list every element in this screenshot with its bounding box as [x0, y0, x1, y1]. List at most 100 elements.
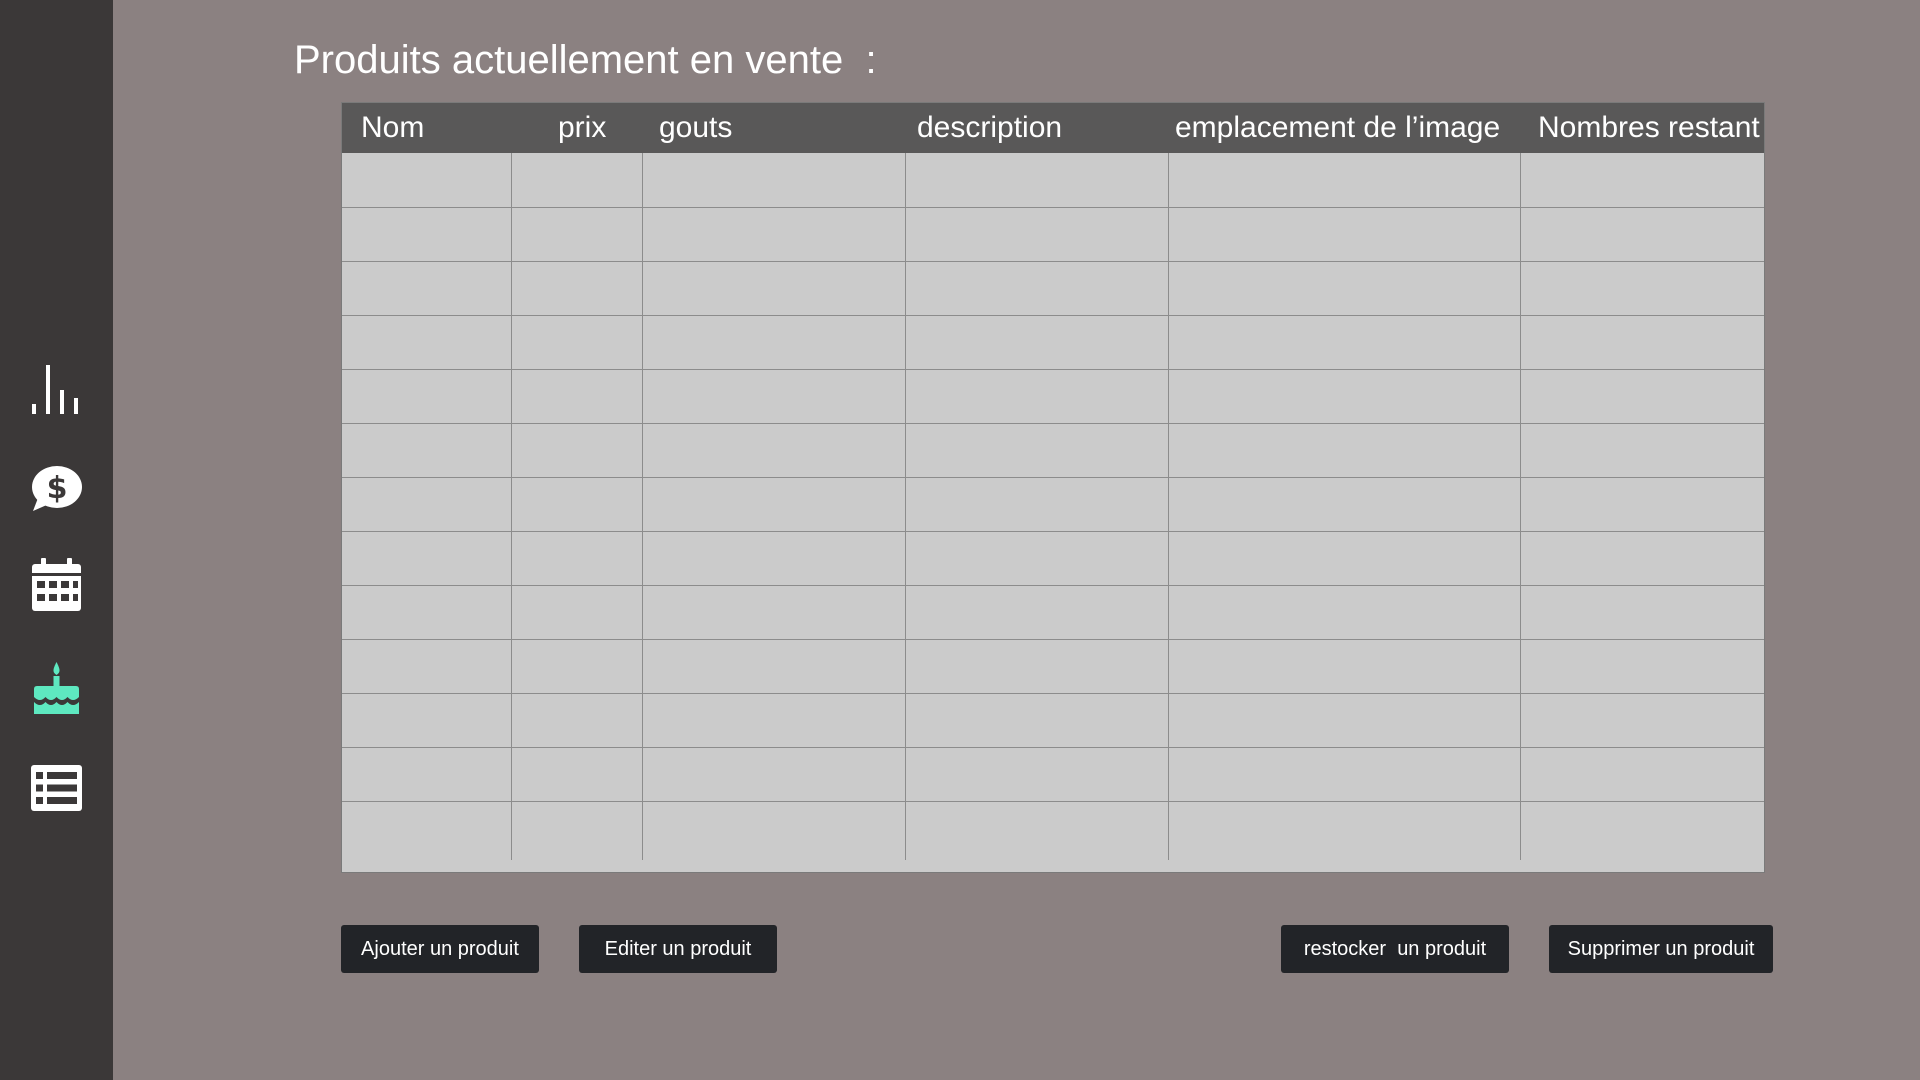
table-cell[interactable]	[342, 531, 512, 586]
table-cell[interactable]	[511, 315, 643, 370]
bar-chart-icon[interactable]	[28, 360, 85, 417]
table-cell[interactable]	[511, 477, 643, 532]
table-cell[interactable]	[1520, 801, 1764, 860]
table-cell[interactable]	[511, 153, 643, 208]
table-cell[interactable]	[1168, 477, 1521, 532]
table-cell[interactable]	[342, 585, 512, 640]
table-cell[interactable]	[511, 369, 643, 424]
table-cell[interactable]	[342, 747, 512, 802]
table-cell[interactable]	[642, 801, 906, 860]
table-cell[interactable]	[511, 261, 643, 316]
calendar-icon[interactable]	[28, 556, 85, 613]
add-product-button[interactable]: Ajouter un produit	[341, 925, 539, 973]
table-cell[interactable]	[1520, 477, 1764, 532]
column-header-nom[interactable]: Nom	[342, 103, 511, 153]
table-cell[interactable]	[1520, 315, 1764, 370]
table-cell[interactable]	[642, 369, 906, 424]
table-cell[interactable]	[342, 693, 512, 748]
table-cell[interactable]	[1168, 639, 1521, 694]
table-cell[interactable]	[642, 639, 906, 694]
table-row[interactable]	[342, 639, 1764, 694]
table-cell[interactable]	[1168, 693, 1521, 748]
table-cell[interactable]	[642, 693, 906, 748]
column-header-prix[interactable]: prix	[511, 103, 642, 153]
table-row[interactable]	[342, 423, 1764, 478]
table-cell[interactable]	[642, 531, 906, 586]
table-cell[interactable]	[642, 477, 906, 532]
table-cell[interactable]	[1168, 747, 1521, 802]
table-cell[interactable]	[905, 369, 1169, 424]
table-row[interactable]	[342, 261, 1764, 316]
table-cell[interactable]	[511, 639, 643, 694]
edit-product-button[interactable]: Editer un produit	[579, 925, 777, 973]
table-cell[interactable]	[905, 423, 1169, 478]
list-icon[interactable]	[28, 760, 85, 817]
table-cell[interactable]	[905, 747, 1169, 802]
table-cell[interactable]	[642, 207, 906, 262]
table-cell[interactable]	[1168, 153, 1521, 208]
table-cell[interactable]	[1520, 261, 1764, 316]
table-cell[interactable]	[342, 423, 512, 478]
table-cell[interactable]	[1520, 693, 1764, 748]
table-cell[interactable]	[511, 531, 643, 586]
table-row[interactable]	[342, 585, 1764, 640]
delete-product-button[interactable]: Supprimer un produit	[1549, 925, 1773, 973]
table-cell[interactable]	[905, 153, 1169, 208]
table-cell[interactable]	[1168, 207, 1521, 262]
table-cell[interactable]	[511, 693, 643, 748]
table-row[interactable]	[342, 153, 1764, 208]
table-cell[interactable]	[511, 747, 643, 802]
table-cell[interactable]	[1168, 315, 1521, 370]
column-header-emplacement-image[interactable]: emplacement de l’image	[1168, 103, 1520, 153]
table-cell[interactable]	[342, 639, 512, 694]
table-cell[interactable]	[342, 207, 512, 262]
table-cell[interactable]	[1520, 639, 1764, 694]
table-cell[interactable]	[642, 315, 906, 370]
table-cell[interactable]	[642, 423, 906, 478]
table-cell[interactable]	[1168, 585, 1521, 640]
table-cell[interactable]	[1168, 369, 1521, 424]
table-cell[interactable]	[905, 261, 1169, 316]
table-cell[interactable]	[1520, 531, 1764, 586]
table-cell[interactable]	[1168, 531, 1521, 586]
table-row[interactable]	[342, 801, 1764, 860]
table-row[interactable]	[342, 369, 1764, 424]
table-cell[interactable]	[905, 531, 1169, 586]
table-cell[interactable]	[1168, 801, 1521, 860]
table-row[interactable]	[342, 315, 1764, 370]
table-row[interactable]	[342, 747, 1764, 802]
restock-product-button[interactable]: restocker un produit	[1281, 925, 1509, 973]
table-cell[interactable]	[1168, 261, 1521, 316]
table-cell[interactable]	[905, 801, 1169, 860]
table-row[interactable]	[342, 207, 1764, 262]
table-cell[interactable]	[905, 477, 1169, 532]
table-cell[interactable]	[342, 261, 512, 316]
table-cell[interactable]	[1520, 153, 1764, 208]
table-cell[interactable]	[1520, 747, 1764, 802]
table-cell[interactable]	[342, 153, 512, 208]
table-cell[interactable]	[642, 585, 906, 640]
table-row[interactable]	[342, 693, 1764, 748]
table-cell[interactable]	[342, 801, 512, 860]
table-cell[interactable]	[642, 261, 906, 316]
table-cell[interactable]	[1168, 423, 1521, 478]
table-cell[interactable]	[511, 423, 643, 478]
table-row[interactable]	[342, 477, 1764, 532]
table-cell[interactable]	[342, 477, 512, 532]
table-cell[interactable]	[1520, 207, 1764, 262]
column-header-gouts[interactable]: gouts	[642, 103, 905, 153]
column-header-nombres-restant[interactable]: Nombres restant	[1520, 103, 1764, 153]
table-cell[interactable]	[511, 207, 643, 262]
table-cell[interactable]	[642, 747, 906, 802]
birthday-cake-icon[interactable]	[28, 659, 85, 716]
table-cell[interactable]	[511, 585, 643, 640]
table-cell[interactable]	[1520, 585, 1764, 640]
table-cell[interactable]	[905, 639, 1169, 694]
table-cell[interactable]	[1520, 369, 1764, 424]
table-cell[interactable]	[511, 801, 643, 860]
table-cell[interactable]	[342, 315, 512, 370]
table-cell[interactable]	[342, 369, 512, 424]
column-header-description[interactable]: description	[905, 103, 1168, 153]
table-cell[interactable]	[1520, 423, 1764, 478]
table-cell[interactable]	[642, 153, 906, 208]
